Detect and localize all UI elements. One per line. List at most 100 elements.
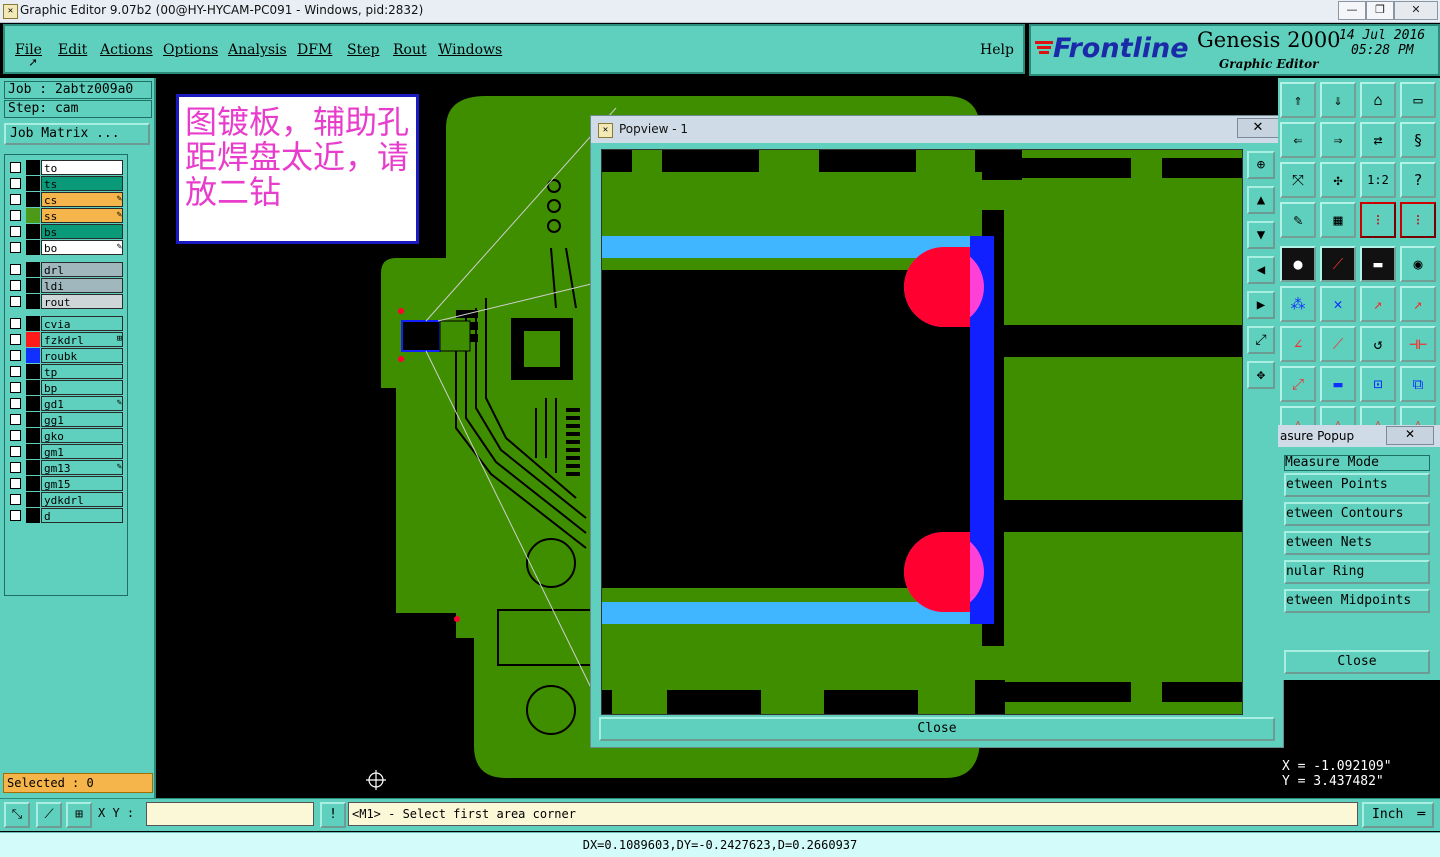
- line-tool-icon[interactable]: ▬: [1320, 366, 1356, 402]
- zoom-home-icon[interactable]: ✥: [1247, 361, 1275, 389]
- popview-close-button[interactable]: Close: [599, 717, 1275, 741]
- layer-toggle-2-icon[interactable]: ⁝: [1400, 202, 1436, 238]
- layer-name[interactable]: gm13: [41, 460, 123, 475]
- layer-checkbox[interactable]: [10, 350, 21, 361]
- menu-step[interactable]: Step: [347, 42, 379, 58]
- undo-icon[interactable]: ↺: [1360, 326, 1396, 362]
- layer-color-swatch[interactable]: [26, 224, 40, 239]
- measure-tool-icon[interactable]: ⊡: [1360, 366, 1396, 402]
- layer-name[interactable]: gm1: [41, 444, 123, 459]
- layer-color-swatch[interactable]: [26, 396, 40, 411]
- rotate-icon[interactable]: ∠: [1280, 326, 1316, 362]
- window-icon[interactable]: ▭: [1400, 82, 1436, 118]
- layer-row-ldi[interactable]: ldi: [8, 278, 124, 293]
- layer-row-gm15[interactable]: gm15: [8, 476, 124, 491]
- layer-color-swatch[interactable]: [26, 332, 40, 347]
- layer-row-bs[interactable]: bs: [8, 224, 124, 239]
- xy-input[interactable]: [146, 802, 314, 826]
- layer-name[interactable]: gko: [41, 428, 123, 443]
- layer-color-swatch[interactable]: [26, 364, 40, 379]
- layer-row-rout[interactable]: rout: [8, 294, 124, 309]
- layer-checkbox[interactable]: [10, 382, 21, 393]
- layer-name[interactable]: gm15: [41, 476, 123, 491]
- measure-option[interactable]: etween Points: [1284, 473, 1430, 497]
- menu-analysis[interactable]: Analysis: [228, 42, 287, 58]
- layer-checkbox[interactable]: [10, 414, 21, 425]
- layer-checkbox[interactable]: [10, 162, 21, 173]
- maximize-button[interactable]: ❐: [1366, 1, 1394, 20]
- copy-icon[interactable]: ↗: [1400, 286, 1436, 322]
- layer-color-swatch[interactable]: [26, 160, 40, 175]
- layer-row-cvia[interactable]: cvia: [8, 316, 124, 331]
- menu-windows[interactable]: Windows: [438, 42, 502, 58]
- measure-option[interactable]: nular Ring: [1284, 560, 1430, 584]
- center-icon[interactable]: ✣: [1320, 162, 1356, 198]
- move-icon[interactable]: ↗: [1360, 286, 1396, 322]
- layer-checkbox[interactable]: [10, 226, 21, 237]
- layer-row-tp[interactable]: tp: [8, 364, 124, 379]
- slope-icon[interactable]: ⟋: [1320, 326, 1356, 362]
- menu-edit[interactable]: Edit: [58, 42, 87, 58]
- menu-actions[interactable]: Actions: [100, 42, 153, 58]
- zoom-extents-icon[interactable]: ⤧: [1280, 162, 1316, 198]
- menu-rout[interactable]: Rout: [393, 42, 427, 58]
- layer-row-roubk[interactable]: roubk: [8, 348, 124, 363]
- layer-color-swatch[interactable]: [26, 476, 40, 491]
- layer-color-swatch[interactable]: [26, 316, 40, 331]
- connect-icon[interactable]: ⁂: [1280, 286, 1316, 322]
- layer-row-gko[interactable]: gko: [8, 428, 124, 443]
- add-circle-icon[interactable]: ◉: [1400, 246, 1436, 282]
- layer-checkbox[interactable]: [10, 446, 21, 457]
- layer-row-cs[interactable]: cs ✎: [8, 192, 124, 207]
- layer-row-gm13[interactable]: gm13 ✎: [8, 460, 124, 475]
- layer-checkbox[interactable]: [10, 334, 21, 345]
- measure-close-icon[interactable]: ✕: [1386, 426, 1434, 445]
- pan-right-tool-icon[interactable]: ⇒: [1320, 122, 1356, 158]
- layer-checkbox[interactable]: [10, 210, 21, 221]
- measure-close-button[interactable]: Close: [1284, 650, 1430, 674]
- layer-color-swatch[interactable]: [26, 176, 40, 191]
- layer-color-swatch[interactable]: [26, 192, 40, 207]
- layer-name[interactable]: cvia: [41, 316, 123, 331]
- menu-options[interactable]: Options: [163, 42, 218, 58]
- add-line-icon[interactable]: ⟋: [1320, 246, 1356, 282]
- zoom-box-icon[interactable]: ⤡: [4, 802, 30, 828]
- layer-name[interactable]: bs: [41, 224, 123, 239]
- snap-icon[interactable]: ✎: [1280, 202, 1316, 238]
- measure-option[interactable]: etween Midpoints: [1284, 589, 1430, 613]
- layer-row-bo[interactable]: bo ✎: [8, 240, 124, 255]
- layer-row-bp[interactable]: bp: [8, 380, 124, 395]
- layer-toggle-icon[interactable]: ⁝: [1360, 202, 1396, 238]
- layer-checkbox[interactable]: [10, 494, 21, 505]
- zoom-fit-icon[interactable]: ⤢: [1247, 326, 1275, 354]
- pan-up-icon[interactable]: ▲: [1247, 186, 1275, 214]
- swap-icon[interactable]: ⇄: [1360, 122, 1396, 158]
- layer-row-drl[interactable]: drl: [8, 262, 124, 277]
- measure-option[interactable]: etween Nets: [1284, 531, 1430, 555]
- layer-checkbox[interactable]: [10, 510, 21, 521]
- layer-checkbox[interactable]: [10, 430, 21, 441]
- layer-row-to[interactable]: to: [8, 160, 124, 175]
- job-matrix-button[interactable]: Job Matrix ...: [4, 123, 150, 145]
- layer-color-swatch[interactable]: [26, 492, 40, 507]
- layer-name[interactable]: rout: [41, 294, 123, 309]
- layer-name[interactable]: gd1: [41, 396, 123, 411]
- layer-row-fzkdrl[interactable]: fzkdrl ⊞: [8, 332, 124, 347]
- layer-color-swatch[interactable]: [26, 444, 40, 459]
- add-pad-icon[interactable]: ●: [1280, 246, 1316, 282]
- cross-icon[interactable]: ✕: [1320, 286, 1356, 322]
- layer-name[interactable]: fzkdrl: [41, 332, 123, 347]
- pan-left-icon[interactable]: ◀: [1247, 256, 1275, 284]
- menu-dfm[interactable]: DFM: [297, 42, 332, 58]
- layer-name[interactable]: ss: [41, 208, 123, 223]
- ruler-icon[interactable]: ▬: [1360, 246, 1396, 282]
- layer-name[interactable]: cs: [41, 192, 123, 207]
- mirror-icon[interactable]: ⊣⊢: [1400, 326, 1436, 362]
- scale-1-2-icon[interactable]: 1:2: [1360, 162, 1396, 198]
- minimize-button[interactable]: —: [1338, 1, 1366, 20]
- layer-name[interactable]: ts: [41, 176, 123, 191]
- layer-checkbox[interactable]: [10, 194, 21, 205]
- layer-name[interactable]: ldi: [41, 278, 123, 293]
- home-icon[interactable]: ⌂: [1360, 82, 1396, 118]
- select-icon[interactable]: ⤢: [1280, 366, 1316, 402]
